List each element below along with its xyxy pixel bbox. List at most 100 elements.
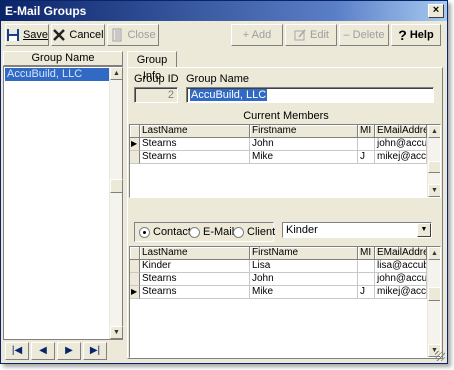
group-name-value: AccuBuild, LLC (190, 89, 268, 101)
edit-icon (293, 28, 307, 42)
cancel-label: Cancel (69, 29, 104, 41)
close-label: Close (127, 29, 156, 41)
cell-lastname[interactable]: Stearns (140, 151, 250, 164)
cell-firstname[interactable]: Lisa (250, 260, 358, 273)
group-info-tab-body: Group ID 2 Group Name AccuBuild, LLC Cur… (127, 67, 443, 359)
cell-lastname[interactable]: Kinder (140, 260, 250, 273)
cell-firstname[interactable]: Mike (250, 286, 358, 299)
email-groups-window: E-Mail Groups × Save Cancel Close + Add (0, 0, 448, 364)
save-label: Save (22, 29, 49, 41)
radio-checked-icon (139, 226, 150, 238)
group-name-label: Group Name (186, 73, 249, 85)
column-header-lastname[interactable]: LastName (140, 247, 250, 260)
radio-email-label: E-Mail (203, 226, 235, 238)
radio-unchecked-icon (189, 226, 200, 238)
minus-icon: – (343, 29, 350, 41)
cell-email[interactable]: lisa@accubu (375, 260, 427, 273)
column-header-firstname[interactable]: FirstName (250, 247, 358, 260)
members-scrollbar[interactable]: ▲ ▼ (427, 125, 440, 197)
window-title: E-Mail Groups (5, 4, 87, 18)
scroll-down-arrow-icon[interactable]: ▼ (428, 184, 440, 197)
cell-mi[interactable]: J (358, 286, 375, 299)
cell-mi[interactable] (358, 260, 375, 273)
group-id-field: 2 (134, 87, 178, 103)
group-name-column-header[interactable]: Group Name (3, 51, 123, 66)
table-row[interactable]: Stearns John john@accubu (130, 273, 427, 286)
help-button[interactable]: ? Help (391, 24, 441, 46)
group-name-field[interactable]: AccuBuild, LLC (186, 87, 434, 103)
tab-group-info[interactable]: Group Info (127, 51, 177, 82)
save-button[interactable]: Save (5, 24, 49, 46)
cell-email[interactable]: john@accubu (375, 138, 427, 151)
radio-client[interactable]: Client (233, 226, 275, 238)
toolbar: Save Cancel Close + Add Edit – Delete ? … (3, 24, 445, 48)
cell-mi[interactable] (358, 138, 375, 151)
scroll-thumb[interactable] (428, 161, 440, 173)
column-header-firstname[interactable]: Firstname (250, 125, 358, 138)
radio-contact[interactable]: Contact (139, 226, 191, 238)
scroll-up-arrow-icon[interactable]: ▲ (428, 125, 440, 138)
record-navigator: |◀ ◀ ▶ ▶| (3, 342, 123, 362)
delete-button[interactable]: – Delete (339, 24, 389, 46)
last-record-icon[interactable]: ▶| (83, 342, 107, 360)
cell-lastname[interactable]: Stearns (140, 273, 250, 286)
scroll-thumb[interactable] (110, 179, 123, 193)
available-contacts-grid[interactable]: LastName FirstName MI EMailAddress Kinde… (129, 246, 441, 358)
filter-combobox[interactable]: Kinder ▼ (282, 222, 432, 238)
group-list-panel: Group Name AccuBuild, LLC ▲ ▼ |◀ ◀ ▶ ▶| (3, 51, 123, 362)
table-row[interactable]: ▶ Stearns John john@accubu (130, 138, 427, 151)
group-list[interactable]: AccuBuild, LLC ▲ ▼ (3, 66, 123, 340)
group-id-label: Group ID (134, 73, 179, 85)
cell-firstname[interactable]: John (250, 138, 358, 151)
edit-label: Edit (310, 29, 329, 41)
cell-email[interactable]: john@accubu (375, 273, 427, 286)
add-button[interactable]: + Add (231, 24, 283, 46)
grid-header-row: LastName FirstName MI EMailAddress (130, 247, 427, 260)
table-row[interactable]: ▶ Stearns Mike J mikej@accub (130, 286, 427, 299)
cell-mi[interactable]: J (358, 151, 375, 164)
chevron-down-icon[interactable]: ▼ (417, 223, 431, 237)
column-header-lastname[interactable]: LastName (140, 125, 250, 138)
scroll-up-arrow-icon[interactable]: ▲ (110, 67, 123, 80)
filter-type-group: Contact E-Mail Client (134, 222, 275, 242)
available-scrollbar[interactable]: ▲ ▼ (427, 247, 440, 357)
radio-unchecked-icon (233, 226, 244, 238)
column-header-email[interactable]: EMailAddress (375, 125, 427, 138)
column-header-email[interactable]: EMailAddress (375, 247, 427, 260)
group-list-scrollbar[interactable]: ▲ ▼ (109, 67, 123, 339)
list-item[interactable]: AccuBuild, LLC (5, 68, 110, 81)
radio-client-label: Client (247, 226, 276, 238)
scroll-up-arrow-icon[interactable]: ▲ (428, 247, 440, 260)
column-header-mi[interactable]: MI (358, 125, 375, 138)
current-members-grid[interactable]: LastName Firstname MI EMailAddress ▶ Ste… (129, 124, 441, 198)
table-row[interactable]: Stearns Mike J mikej@accub (130, 151, 427, 164)
current-members-title: Current Members (243, 110, 329, 122)
question-icon: ? (398, 27, 407, 43)
window-close-button[interactable]: × (428, 4, 444, 18)
cell-firstname[interactable]: John (250, 273, 358, 286)
cancel-button[interactable]: Cancel (51, 24, 105, 46)
column-header-mi[interactable]: MI (358, 247, 375, 260)
cell-mi[interactable] (358, 273, 375, 286)
cell-lastname[interactable]: Stearns (140, 138, 250, 151)
table-row[interactable]: Kinder Lisa lisa@accubu (130, 260, 427, 273)
scroll-down-arrow-icon[interactable]: ▼ (110, 326, 123, 339)
delete-label: Delete (352, 29, 385, 41)
combo-value: Kinder (286, 224, 318, 236)
edit-button[interactable]: Edit (285, 24, 337, 46)
first-record-icon[interactable]: |◀ (5, 342, 29, 360)
add-label: + Add (242, 29, 272, 41)
x-icon (52, 28, 66, 42)
help-label: Help (409, 29, 434, 41)
previous-record-icon[interactable]: ◀ (31, 342, 55, 360)
title-bar[interactable]: E-Mail Groups × (1, 1, 447, 21)
close-button[interactable]: Close (107, 24, 159, 46)
cell-lastname[interactable]: Stearns (140, 286, 250, 299)
radio-email[interactable]: E-Mail (189, 226, 234, 238)
cell-firstname[interactable]: Mike (250, 151, 358, 164)
scroll-thumb[interactable] (428, 287, 440, 301)
cell-email[interactable]: mikej@accub (375, 286, 427, 299)
resize-grip-icon[interactable] (435, 351, 445, 361)
next-record-icon[interactable]: ▶ (57, 342, 81, 360)
cell-email[interactable]: mikej@accub (375, 151, 427, 164)
